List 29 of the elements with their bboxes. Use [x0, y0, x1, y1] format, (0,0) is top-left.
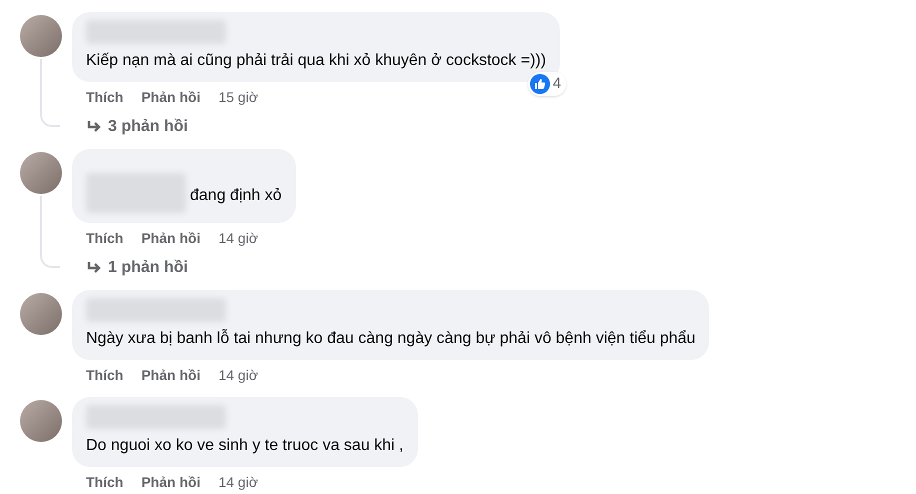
reply-arrow-icon [86, 120, 102, 134]
like-link[interactable]: Thích [86, 87, 124, 107]
comment-text: Do nguoi xo ko ve sinh y te truoc va sau khi , [86, 436, 404, 456]
like-link[interactable]: Thích [86, 228, 124, 248]
like-link[interactable]: Thích [86, 365, 124, 385]
reply-link[interactable]: Phản hồi [141, 87, 200, 107]
reaction-count: 4 [552, 74, 562, 94]
comment-text: Ngày xưa bị banh lỗ tai nhưng ko đau càng ngày càng bự phải vô bệnh viện tiểu phẩu [86, 328, 696, 349]
comment-time: 14 giờ [218, 229, 258, 248]
comment-time: 14 giờ [218, 473, 258, 492]
reply-link[interactable]: Phản hồi [141, 472, 200, 492]
thread-line [40, 59, 60, 127]
comment-text: Kiếp nạn mà ai cũng phải trải qua khi xỏ khuyên ở cockstock =))) [86, 51, 546, 71]
reaction-badge[interactable]: 4 [528, 72, 566, 96]
view-replies-link[interactable]: 1 phản hồi [72, 258, 188, 278]
reply-link[interactable]: Phản hồi [141, 365, 200, 385]
avatar[interactable] [20, 400, 62, 442]
view-replies-link[interactable]: 3 phản hồi [72, 117, 188, 137]
reply-arrow-icon [86, 261, 102, 275]
avatar[interactable] [20, 293, 62, 335]
comment-time: 14 giờ [218, 366, 258, 385]
comment-time: 15 giờ [218, 88, 258, 107]
avatar[interactable] [20, 15, 62, 57]
avatar[interactable] [20, 152, 62, 194]
like-link[interactable]: Thích [86, 472, 124, 492]
thread-line [40, 196, 60, 268]
comment-text: đang định xỏ [190, 186, 282, 206]
thumbs-up-icon [530, 74, 550, 94]
reply-link[interactable]: Phản hồi [141, 228, 200, 248]
